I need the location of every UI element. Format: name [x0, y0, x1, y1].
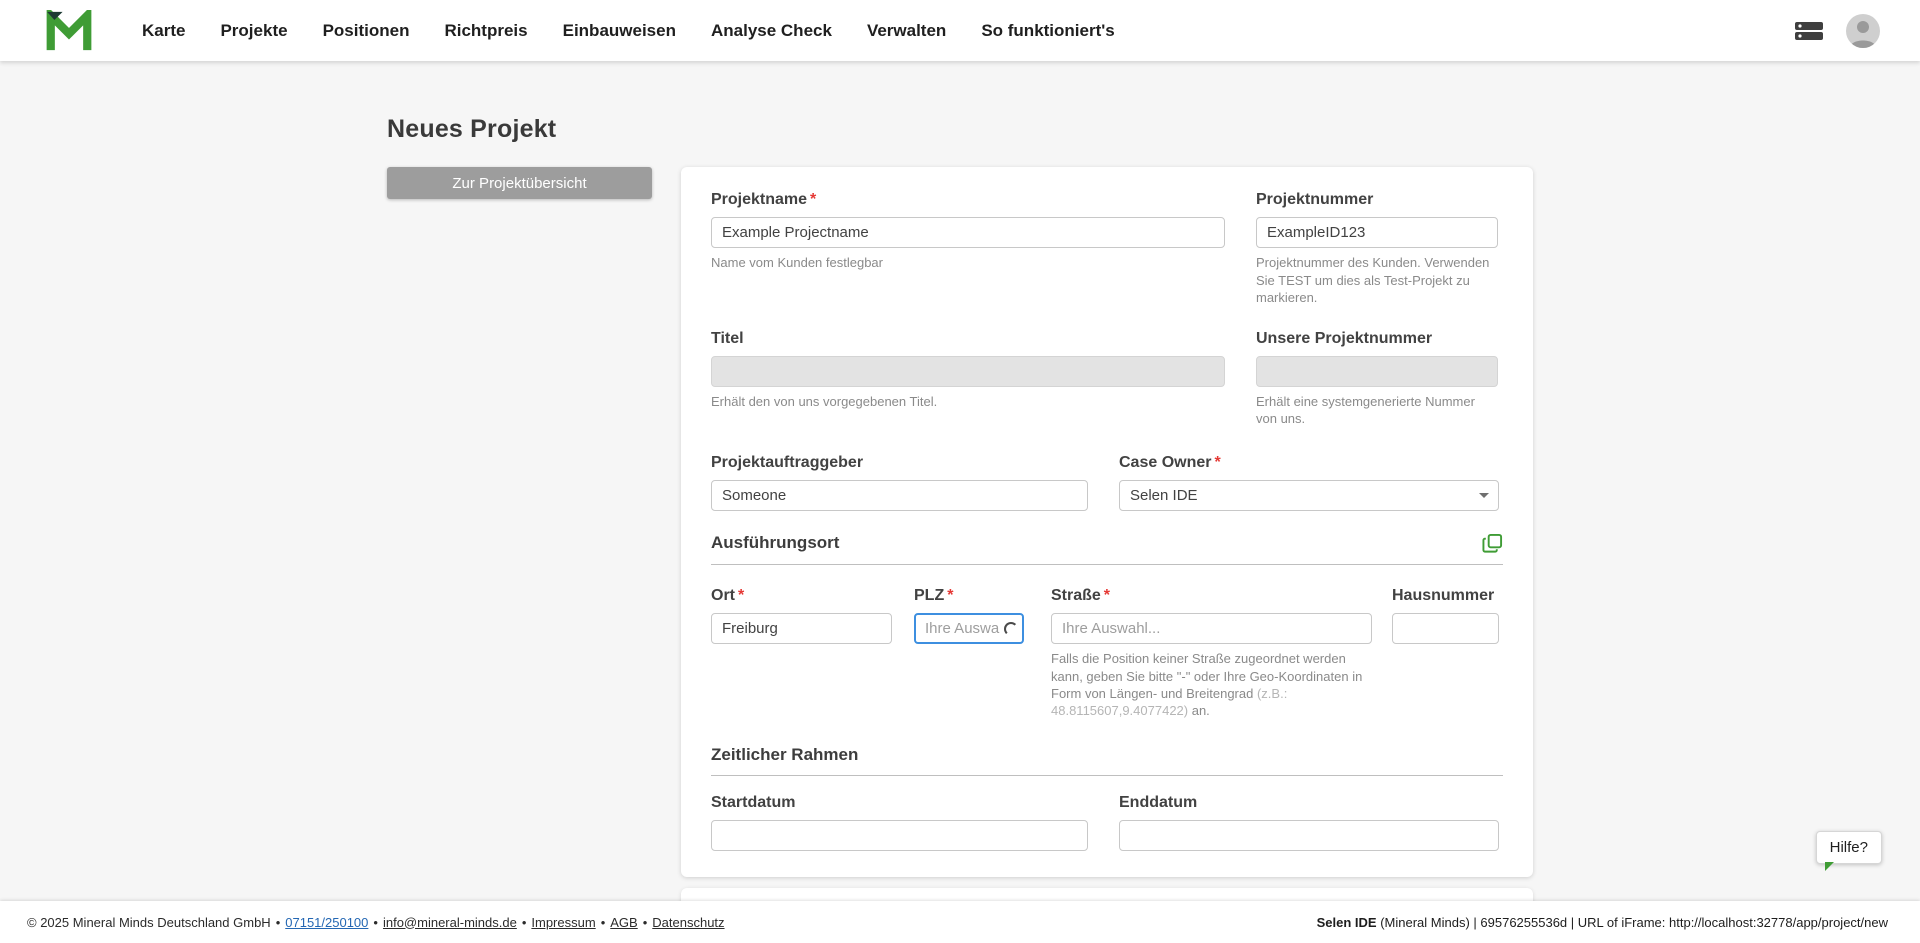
titel-input — [711, 356, 1225, 388]
projektname-input[interactable] — [711, 217, 1225, 249]
nav-item-so-funktionierts[interactable]: So funktioniert's — [981, 21, 1114, 41]
separator: • — [521, 914, 527, 930]
case-owner-label: Case Owner * — [1119, 453, 1221, 471]
section-ausfuehrungsort-header: Ausführungsort — [711, 533, 1503, 565]
email-link[interactable]: info@mineral-minds.de — [383, 915, 517, 930]
titel-label: Titel — [711, 329, 744, 347]
logo-icon — [46, 5, 92, 50]
required-asterisk: * — [738, 586, 745, 604]
navbar-right — [1794, 13, 1880, 48]
ort-input[interactable] — [711, 613, 892, 645]
case-owner-select[interactable]: Selen IDE — [1119, 479, 1499, 511]
copy-icon[interactable] — [1482, 533, 1503, 554]
footer-session-info: Selen IDE (Mineral Minds) | 69576255536d… — [1317, 915, 1888, 930]
enddatum-label: Enddatum — [1119, 793, 1198, 811]
help-button[interactable]: Hilfe? — [1815, 831, 1882, 871]
ort-label: Ort * — [711, 586, 745, 604]
projektname-help: Name vom Kunden festlegbar — [711, 255, 883, 271]
main-navigation: Karte Projekte Positionen Richtpreis Ein… — [142, 21, 1794, 41]
projektname-label: Projektname * — [711, 191, 817, 208]
datenschutz-link[interactable]: Datenschutz — [652, 915, 724, 930]
case-owner-selected-value: Selen IDE — [1130, 486, 1198, 504]
startdatum-input[interactable] — [711, 820, 1088, 852]
unsere-projektnummer-label: Unsere Projektnummer — [1256, 329, 1433, 347]
mineral-minds-logo[interactable] — [46, 5, 92, 52]
footer-links: © 2025 Mineral Minds Deutschland GmbH • … — [27, 915, 725, 930]
required-asterisk: * — [810, 191, 817, 208]
required-asterisk: * — [1103, 586, 1111, 604]
titel-help: Erhält den von uns vorgegebenen Titel. — [711, 394, 938, 410]
strasse-label: Straße * — [1051, 586, 1111, 604]
nav-item-analyse-check[interactable]: Analyse Check — [711, 21, 832, 41]
required-asterisk: * — [1214, 453, 1221, 471]
separator: • — [642, 914, 648, 930]
ausfuehrungsort-heading: Ausführungsort — [711, 533, 840, 553]
startdatum-label: Startdatum — [711, 793, 796, 811]
unsere-projektnummer-help: Erhält eine systemgenerierte Nummer von … — [1256, 394, 1475, 427]
separator: • — [600, 914, 606, 930]
separator: • — [373, 914, 378, 930]
page-content: Neues Projekt Zur Projektübersicht Proje… — [387, 61, 1533, 909]
nav-item-einbauweisen[interactable]: Einbauweisen — [563, 21, 676, 41]
strasse-input[interactable] — [1051, 613, 1372, 645]
nav-item-positionen[interactable]: Positionen — [323, 21, 410, 41]
projektnummer-label: Projektnummer — [1256, 191, 1374, 208]
projektauftraggeber-input[interactable] — [711, 479, 1088, 511]
person-icon — [1850, 20, 1876, 48]
page-footer: © 2025 Mineral Minds Deutschland GmbH • … — [0, 901, 1920, 943]
server-icon[interactable] — [1794, 20, 1824, 42]
nav-item-verwalten[interactable]: Verwalten — [867, 21, 946, 41]
top-navbar: Karte Projekte Positionen Richtpreis Ein… — [0, 0, 1920, 61]
user-avatar[interactable] — [1846, 13, 1880, 48]
nav-item-projekte[interactable]: Projekte — [220, 21, 287, 41]
hausnummer-input[interactable] — [1392, 613, 1499, 645]
project-overview-button[interactable]: Zur Projektübersicht — [387, 167, 652, 199]
separator: • — [275, 914, 281, 930]
agb-link[interactable]: AGB — [610, 915, 637, 930]
nav-item-richtpreis[interactable]: Richtpreis — [444, 21, 527, 41]
projektauftraggeber-label: Projektauftraggeber — [711, 453, 864, 471]
impressum-link[interactable]: Impressum — [531, 915, 595, 930]
projektnummer-input[interactable] — [1256, 217, 1498, 249]
plz-label: PLZ * — [914, 586, 954, 604]
zeitlicher-rahmen-heading: Zeitlicher Rahmen — [711, 744, 859, 764]
page-title: Neues Projekt — [387, 115, 557, 143]
copyright-text: © 2025 Mineral Minds Deutschland GmbH — [27, 914, 271, 930]
strasse-help: Falls die Position keiner Straße zugeord… — [1051, 651, 1363, 718]
nav-item-karte[interactable]: Karte — [142, 21, 185, 41]
enddatum-input[interactable] — [1119, 820, 1499, 852]
chevron-down-icon — [1479, 493, 1489, 499]
session-user: Selen IDE — [1316, 914, 1377, 930]
hausnummer-label: Hausnummer — [1392, 586, 1495, 604]
phone-link[interactable]: 07151/250100 — [285, 915, 368, 930]
projektnummer-help: Projektnummer des Kunden. Verwenden Sie … — [1256, 255, 1490, 305]
section-zeitlicher-rahmen-header: Zeitlicher Rahmen — [711, 745, 1503, 776]
new-project-form-card: Projektname* Name vom Kunden festlegbar … — [681, 167, 1533, 878]
session-details: (Mineral Minds) | 69576255536d | URL of … — [1376, 914, 1888, 930]
required-asterisk: * — [947, 586, 954, 604]
loading-spinner-icon — [1004, 621, 1018, 636]
left-column: Zur Projektübersicht — [387, 167, 652, 199]
card-column: Projektname* Name vom Kunden festlegbar … — [681, 167, 1533, 909]
unsere-projektnummer-input — [1256, 356, 1498, 388]
